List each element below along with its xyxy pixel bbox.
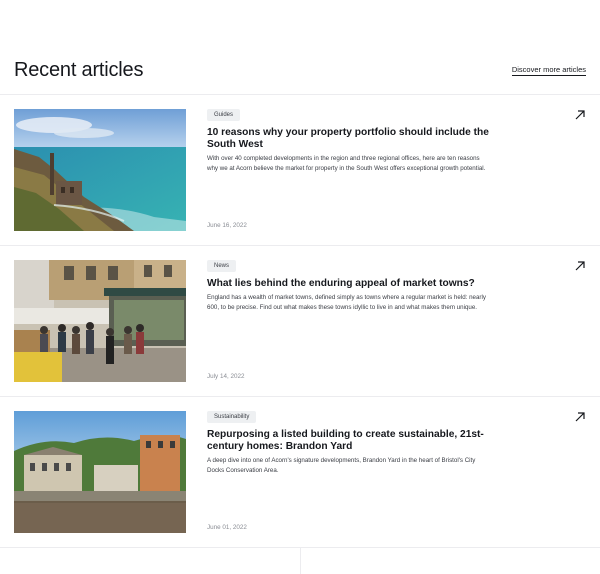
article-date: June 16, 2022 — [207, 222, 247, 229]
article-date: July 14, 2022 — [207, 373, 245, 380]
article-title[interactable]: What lies behind the enduring appeal of … — [207, 278, 497, 290]
article-card[interactable]: Sustainability Repurposing a listed buil… — [0, 397, 600, 547]
article-excerpt: A deep dive into one of Acorn's signatur… — [207, 457, 476, 474]
article-date: June 01, 2022 — [207, 524, 247, 531]
article-title[interactable]: Repurposing a listed building to create … — [207, 429, 497, 454]
section-title: Recent articles — [14, 58, 144, 81]
category-tag[interactable]: Guides — [207, 109, 241, 121]
divider — [300, 548, 301, 574]
market-street-image — [14, 260, 186, 382]
article-title[interactable]: 10 reasons why your property portfolio s… — [207, 127, 497, 152]
article-thumbnail[interactable] — [14, 260, 186, 382]
arrow-up-right-icon[interactable] — [574, 260, 586, 272]
recent-articles-page: Recent articles Discover more articles G… — [0, 0, 600, 574]
category-tag[interactable]: Sustainability — [207, 411, 257, 423]
category-tag[interactable]: News — [207, 260, 237, 272]
article-excerpt: England has a wealth of market towns, de… — [207, 294, 486, 311]
arrow-up-right-icon[interactable] — [574, 411, 586, 423]
discover-more-articles-link[interactable]: Discover more articles — [511, 65, 586, 76]
arrow-up-right-icon[interactable] — [574, 109, 586, 121]
article-thumbnail[interactable] — [14, 109, 186, 231]
harbour-buildings-image — [14, 411, 186, 533]
article-card[interactable]: Guides 10 reasons why your property port… — [0, 95, 600, 245]
article-card[interactable]: News What lies behind the enduring appea… — [0, 246, 600, 396]
section-header: Recent articles Discover more articles — [14, 50, 586, 90]
coastal-mine-image — [14, 109, 186, 231]
article-thumbnail[interactable] — [14, 411, 186, 533]
article-excerpt: With over 40 completed developments in t… — [207, 155, 486, 172]
